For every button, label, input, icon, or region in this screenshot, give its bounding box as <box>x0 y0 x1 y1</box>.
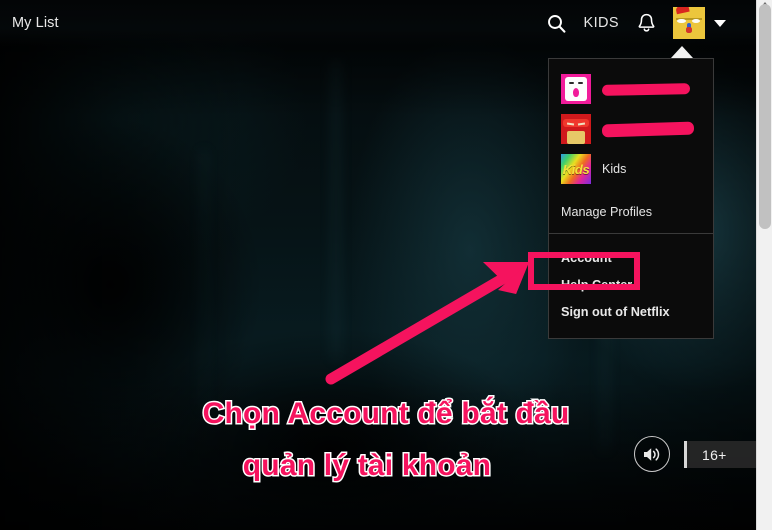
dropdown-profile-item[interactable] <box>549 109 713 149</box>
age-rating-label: 16+ <box>702 446 727 463</box>
background-shadow-bottom <box>120 330 540 530</box>
page-scrollbar[interactable] <box>756 0 772 530</box>
background-streak-1 <box>330 60 342 360</box>
redaction-stroke <box>601 82 691 96</box>
profile-avatar-red-icon <box>561 114 591 144</box>
search-button[interactable] <box>540 6 574 40</box>
avatar-eye-right <box>691 19 700 24</box>
avatar-mouth <box>573 87 579 97</box>
nav-profile-avatar[interactable] <box>673 7 705 39</box>
notifications-button[interactable] <box>629 6 663 40</box>
profile-avatar-pink-icon <box>561 74 591 104</box>
dropdown-item-account[interactable]: Account <box>549 245 713 272</box>
netflix-browse-screen: My List KIDS Kids Kids Manage Profiles A… <box>0 0 772 530</box>
avatar-chin <box>567 130 585 144</box>
dropdown-item-help-center[interactable]: Help Center <box>549 272 713 299</box>
dropdown-profile-label: Kids <box>602 162 627 176</box>
top-navigation-bar: My List KIDS <box>0 0 772 46</box>
scrollbar-thumb[interactable] <box>759 4 771 229</box>
bell-icon <box>638 13 654 32</box>
speaker-volume-icon <box>644 447 660 461</box>
dropdown-caret-icon <box>671 46 693 58</box>
avatar-hair <box>674 7 690 15</box>
chevron-down-icon[interactable] <box>714 19 726 27</box>
dropdown-profile-item[interactable] <box>549 69 713 109</box>
mute-toggle-button[interactable] <box>634 436 670 472</box>
nav-left-group: My List <box>0 14 59 32</box>
avatar-eye-left <box>677 19 686 24</box>
nav-right-group: KIDS <box>540 6 772 40</box>
search-icon <box>548 14 566 33</box>
dropdown-links-list: Account Help Center Sign out of Netflix <box>549 234 713 338</box>
dropdown-profile-item-kids[interactable]: Kids Kids <box>549 149 713 189</box>
manage-profiles-item[interactable]: Manage Profiles <box>549 195 713 233</box>
profile-avatar-kids-icon: Kids <box>561 154 591 184</box>
nav-link-kids[interactable]: KIDS <box>574 15 629 31</box>
kids-avatar-label: Kids <box>562 161 590 177</box>
dropdown-item-sign-out[interactable]: Sign out of Netflix <box>549 299 713 326</box>
dropdown-profiles-list: Kids Kids <box>549 59 713 195</box>
account-dropdown-menu: Kids Kids Manage Profiles Account Help C… <box>548 58 714 339</box>
redaction-stroke <box>601 121 695 137</box>
avatar-blush <box>685 27 692 33</box>
nav-link-my-list[interactable]: My List <box>12 15 59 31</box>
